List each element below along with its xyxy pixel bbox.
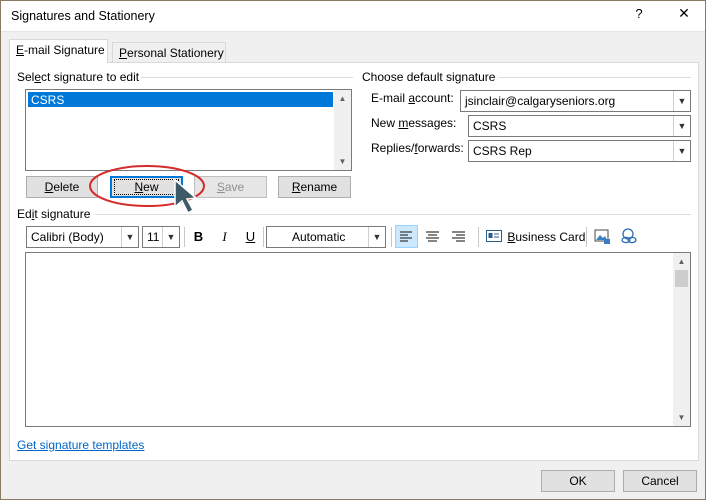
dialog-title: Signatures and Stationery bbox=[11, 9, 155, 23]
font-select[interactable]: Calibri (Body) ▼ bbox=[26, 226, 139, 248]
tab-personal-stationery[interactable]: Personal Stationery bbox=[112, 42, 226, 63]
tab-personal-stationery-accel: P bbox=[119, 46, 128, 60]
email-account-select[interactable]: jsinclair@calgaryseniors.org ▼ bbox=[460, 90, 691, 112]
align-right-button[interactable] bbox=[447, 225, 470, 248]
select-signature-label-pre: Sel bbox=[17, 70, 35, 84]
chevron-down-icon[interactable]: ▼ bbox=[121, 227, 138, 247]
toolbar-divider bbox=[478, 227, 479, 247]
select-signature-label: Select signature to edit bbox=[17, 70, 139, 84]
email-account-label: E-mail account: bbox=[371, 91, 454, 105]
edit-signature-label-post: t signature bbox=[34, 207, 91, 221]
chevron-down-icon[interactable]: ▼ bbox=[368, 227, 385, 247]
edit-signature-label-pre: Ed bbox=[17, 207, 32, 221]
tab-personal-stationery-post: ersonal Stationery bbox=[127, 46, 224, 60]
edit-signature-label: Edit signature bbox=[17, 207, 90, 221]
tab-email-signature-post: -mail Signature bbox=[24, 43, 105, 57]
rename-button[interactable]: Rename bbox=[278, 176, 351, 198]
italic-button[interactable]: I bbox=[213, 225, 236, 248]
signature-templates-link[interactable]: Get signature templates bbox=[17, 438, 144, 452]
save-button-accel: S bbox=[216, 180, 225, 194]
editor-scrollbar[interactable]: ▲ ▼ bbox=[673, 253, 690, 426]
toolbar-divider bbox=[184, 227, 185, 247]
group-divider bbox=[95, 214, 691, 215]
annotation-overlay bbox=[89, 165, 205, 215]
business-card-button[interactable]: Business Card bbox=[486, 229, 585, 246]
toolbar-divider bbox=[263, 227, 264, 247]
scroll-down-icon[interactable]: ▼ bbox=[673, 409, 690, 426]
group-divider bbox=[141, 77, 353, 78]
scroll-up-icon[interactable]: ▲ bbox=[334, 90, 351, 107]
group-divider bbox=[499, 77, 691, 78]
cancel-button[interactable]: Cancel bbox=[623, 470, 697, 492]
replies-forwards-label-post: orwards: bbox=[417, 141, 464, 155]
insert-hyperlink-button[interactable] bbox=[617, 225, 640, 248]
scroll-up-icon[interactable]: ▲ bbox=[673, 253, 690, 270]
toolbar-divider bbox=[391, 227, 392, 247]
email-account-label-pre: E-mail bbox=[371, 91, 409, 105]
scroll-thumb[interactable] bbox=[675, 270, 688, 287]
list-scrollbar[interactable]: ▲ ▼ bbox=[334, 90, 351, 170]
scroll-down-icon[interactable]: ▼ bbox=[334, 153, 351, 170]
picture-icon bbox=[594, 229, 610, 244]
replies-forwards-label-pre: Replies/ bbox=[371, 141, 415, 155]
delete-button-post: elete bbox=[53, 180, 80, 194]
font-color-select[interactable]: Automatic ▼ bbox=[266, 226, 386, 248]
align-left-icon bbox=[400, 231, 412, 242]
business-card-icon bbox=[486, 230, 502, 242]
toolbar-divider bbox=[586, 227, 587, 247]
signature-editor[interactable]: ▲ ▼ bbox=[25, 252, 691, 427]
chevron-down-icon[interactable]: ▼ bbox=[673, 91, 690, 111]
new-messages-select[interactable]: CSRS ▼ bbox=[468, 115, 691, 137]
replies-forwards-label: Replies/forwards: bbox=[371, 141, 464, 155]
save-button-post: ave bbox=[224, 180, 245, 194]
close-button[interactable]: ✕ bbox=[673, 5, 695, 22]
chevron-down-icon[interactable]: ▼ bbox=[162, 227, 179, 247]
new-messages-label: New messages: bbox=[371, 116, 456, 130]
new-messages-label-accel: m bbox=[398, 116, 409, 130]
tab-email-signature[interactable]: E-mail Signature bbox=[9, 39, 108, 63]
ok-button[interactable]: OK bbox=[541, 470, 615, 492]
cursor-arrow-icon bbox=[174, 178, 198, 215]
email-account-label-post: ccount: bbox=[415, 91, 454, 105]
new-messages-value: CSRS bbox=[473, 119, 507, 133]
align-right-icon bbox=[452, 231, 465, 242]
title-bar: Signatures and Stationery ? ✕ bbox=[1, 1, 705, 32]
font-size-select[interactable]: 11 ▼ bbox=[142, 226, 180, 248]
bold-button[interactable]: B bbox=[187, 225, 210, 248]
underline-button[interactable]: U bbox=[239, 225, 262, 248]
signature-list[interactable]: CSRS ▲ ▼ bbox=[25, 89, 352, 171]
font-value: Calibri (Body) bbox=[31, 230, 104, 244]
chevron-down-icon[interactable]: ▼ bbox=[673, 141, 690, 161]
align-center-icon bbox=[426, 231, 439, 242]
help-button[interactable]: ? bbox=[629, 6, 649, 21]
align-center-button[interactable] bbox=[421, 225, 444, 248]
hyperlink-icon bbox=[621, 228, 637, 244]
select-signature-label-post: ct signature to edit bbox=[41, 70, 140, 84]
replies-forwards-select[interactable]: CSRS Rep ▼ bbox=[468, 140, 691, 162]
signatures-dialog: Signatures and Stationery ? ✕ E-mail Sig… bbox=[0, 0, 706, 500]
delete-button-accel: D bbox=[44, 180, 54, 194]
insert-picture-button[interactable] bbox=[591, 225, 614, 248]
align-left-button[interactable] bbox=[395, 225, 418, 248]
new-messages-label-pre: New bbox=[371, 116, 399, 130]
business-card-post: usiness Card bbox=[515, 230, 586, 244]
list-item[interactable]: CSRS bbox=[28, 92, 333, 107]
default-signature-heading: Choose default signature bbox=[362, 70, 496, 84]
replies-forwards-value: CSRS Rep bbox=[473, 144, 532, 158]
new-messages-label-post: essages: bbox=[408, 116, 457, 130]
email-account-value: jsinclair@calgaryseniors.org bbox=[465, 94, 616, 108]
font-size-value: 11 bbox=[147, 230, 160, 244]
rename-button-post: ename bbox=[300, 180, 338, 194]
font-color-value: Automatic bbox=[292, 230, 346, 244]
tab-email-signature-accel: E bbox=[16, 43, 25, 57]
chevron-down-icon[interactable]: ▼ bbox=[673, 116, 690, 136]
